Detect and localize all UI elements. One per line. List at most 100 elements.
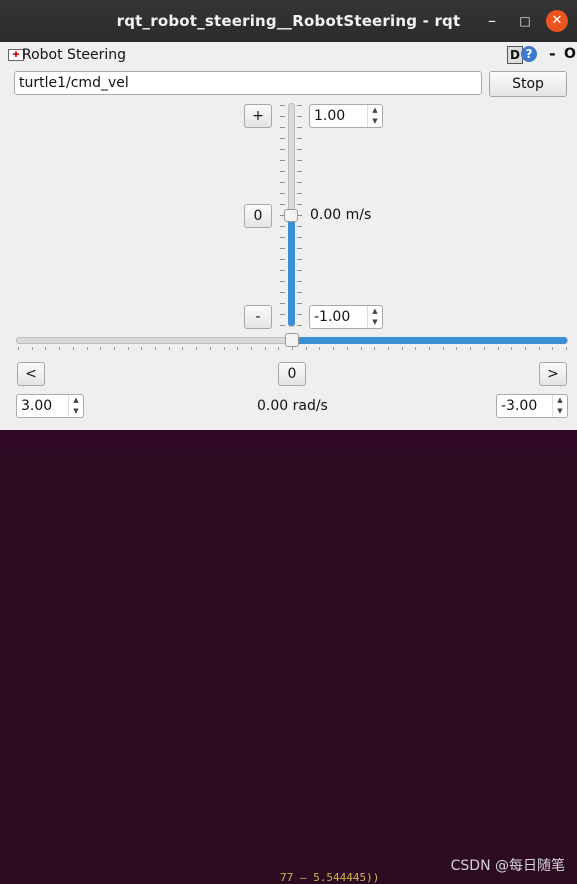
slider-tick (297, 127, 302, 128)
slider-tick (511, 347, 513, 350)
spin-arrows-icon[interactable]: ▲ ▼ (68, 395, 83, 417)
angular-left-button[interactable]: < (17, 362, 45, 386)
slider-tick (280, 303, 285, 304)
slider-tick (59, 347, 61, 350)
slider-tick (297, 325, 302, 326)
slider-tick (223, 347, 225, 350)
linear-slider-handle[interactable] (284, 209, 298, 222)
linear-decrease-button[interactable]: - (244, 305, 272, 329)
slider-tick (280, 292, 285, 293)
slider-tick (297, 171, 302, 172)
maximize-button[interactable]: □ (514, 10, 536, 32)
slider-tick (538, 347, 540, 350)
slider-tick (100, 347, 102, 350)
slider-tick (280, 204, 285, 205)
linear-zero-button[interactable]: 0 (244, 204, 272, 228)
slider-tick (280, 270, 285, 271)
slider-tick (470, 347, 472, 350)
close-button[interactable]: ✕ (546, 10, 568, 32)
minimize-plugin-button[interactable]: - (549, 44, 556, 63)
slider-tick (346, 347, 348, 350)
slider-tick (456, 347, 458, 350)
stop-button[interactable]: Stop (489, 71, 567, 97)
slider-tick (297, 281, 302, 282)
slider-tick (280, 281, 285, 282)
angular-slider-fill (292, 337, 567, 344)
slider-tick (280, 248, 285, 249)
slider-tick (113, 347, 115, 350)
slider-tick (18, 347, 19, 350)
slider-tick (297, 193, 302, 194)
slider-tick (280, 105, 285, 106)
angular-slider-handle[interactable] (285, 333, 299, 347)
slider-tick (297, 292, 302, 293)
slider-tick (182, 347, 184, 350)
angular-right-button[interactable]: > (539, 362, 567, 386)
slider-tick (401, 347, 403, 350)
angular-zero-button[interactable]: 0 (278, 362, 306, 386)
title-bar[interactable]: rqt_robot_steering__RobotSteering - rqt … (0, 0, 577, 42)
slider-tick (297, 226, 302, 227)
slider-tick (297, 204, 302, 205)
slider-tick (237, 347, 239, 350)
slider-tick (305, 347, 307, 350)
slider-tick (297, 259, 302, 260)
slider-tick (280, 226, 285, 227)
slider-tick (280, 127, 285, 128)
slider-tick (280, 314, 285, 315)
slider-tick (297, 138, 302, 139)
slider-tick (86, 347, 88, 350)
slider-tick (415, 347, 417, 350)
topic-input[interactable]: turtle1/cmd_vel (14, 71, 482, 95)
angular-right-value: -3.00 (501, 398, 538, 414)
slider-tick (333, 347, 335, 350)
slider-tick (141, 347, 143, 350)
linear-min-value: -1.00 (314, 309, 351, 325)
slider-tick (552, 347, 554, 350)
slider-tick (387, 347, 389, 350)
slider-tick (442, 347, 444, 350)
terminal-bottom: 77 — 5.544445)) CSDN @每日随笔 (0, 430, 577, 884)
slider-tick (297, 116, 302, 117)
spin-arrows-icon[interactable]: ▲ ▼ (367, 306, 382, 328)
slider-tick (524, 347, 526, 350)
terminal-text: 77 — 5.544445)) (280, 871, 380, 884)
spin-arrows-icon[interactable]: ▲ ▼ (552, 395, 567, 417)
slider-tick (250, 347, 252, 350)
slider-tick (374, 347, 376, 350)
slider-tick (127, 347, 129, 350)
slider-tick (297, 182, 302, 183)
angular-right-spinbox[interactable]: -3.00 ▲ ▼ (496, 394, 568, 418)
minimize-button[interactable]: – (481, 10, 503, 32)
slider-tick (72, 347, 74, 350)
linear-max-spinbox[interactable]: 1.00 ▲ ▼ (309, 104, 383, 128)
slider-tick (278, 347, 280, 350)
angular-speed-readout: 0.00 rad/s (257, 398, 328, 414)
plugin-header: ✚ Robot Steering D ? - O (0, 42, 577, 68)
slider-tick (155, 347, 156, 350)
slider-tick (280, 116, 285, 117)
slider-tick (196, 347, 198, 350)
slider-tick (280, 182, 285, 183)
linear-max-value: 1.00 (314, 108, 346, 124)
linear-slider-fill (288, 215, 295, 326)
linear-increase-button[interactable]: + (244, 104, 272, 128)
spin-arrows-icon[interactable]: ▲ ▼ (367, 105, 382, 127)
slider-tick (297, 248, 302, 249)
slider-tick (280, 138, 285, 139)
slider-tick (297, 314, 302, 315)
linear-min-spinbox[interactable]: -1.00 ▲ ▼ (309, 305, 383, 329)
slider-tick (280, 149, 285, 150)
angular-left-spinbox[interactable]: 3.00 ▲ ▼ (16, 394, 84, 418)
slider-tick (297, 237, 302, 238)
slider-tick (297, 303, 302, 304)
help-icon[interactable]: ? (521, 46, 537, 62)
slider-tick (297, 105, 302, 106)
watermark: CSDN @每日随笔 (450, 858, 565, 874)
slider-tick (297, 160, 302, 161)
slider-tick (168, 347, 170, 350)
close-plugin-button[interactable]: O (564, 46, 576, 62)
slider-tick (497, 347, 499, 350)
slider-tick (280, 193, 285, 194)
slider-tick (319, 347, 321, 350)
